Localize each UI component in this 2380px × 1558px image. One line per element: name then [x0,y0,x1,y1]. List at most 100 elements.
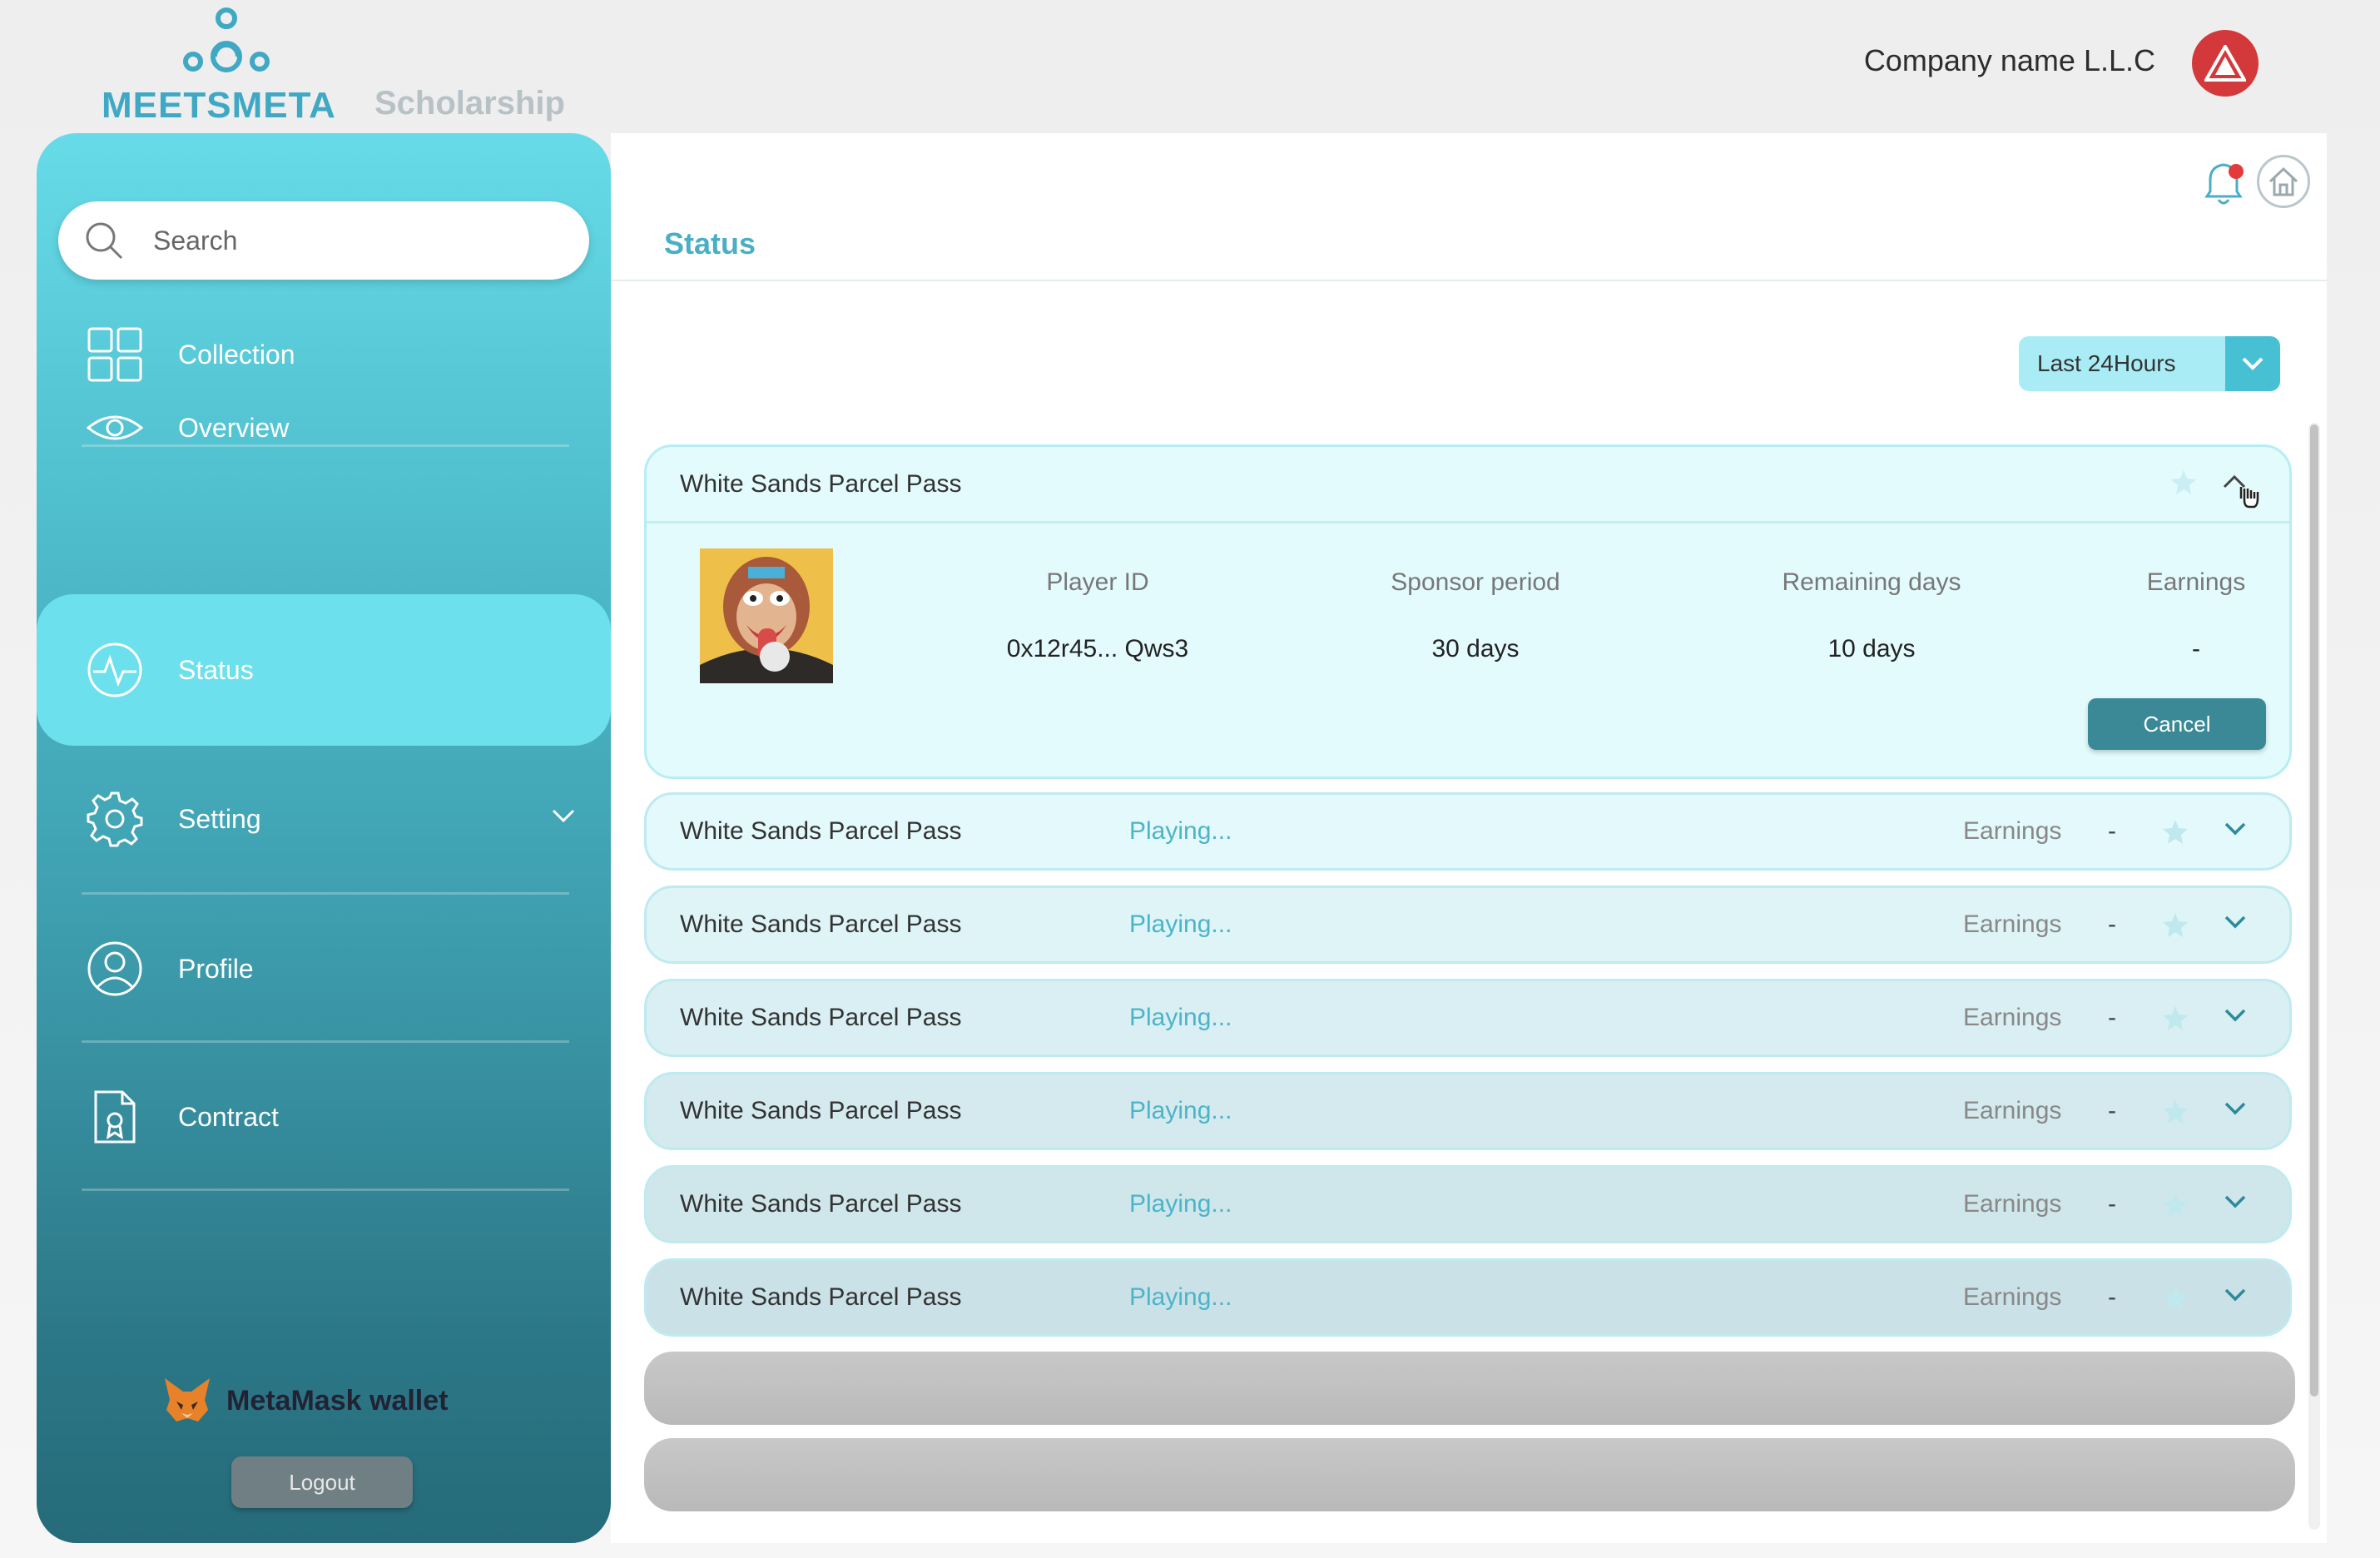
sidebar-item-setting[interactable]: Setting [37,744,611,894]
item-name: White Sands Parcel Pass [680,1004,962,1031]
company-avatar[interactable] [2192,30,2259,97]
brand-product: Scholarship [374,85,565,122]
list-item[interactable]: White Sands Parcel Pass Playing... Earni… [644,886,2292,964]
chevron-up-icon[interactable] [2221,470,2259,509]
star-icon[interactable] [2161,1098,2189,1126]
star-icon[interactable] [2161,1284,2189,1312]
chevron-down-icon[interactable] [2223,1193,2248,1211]
item-name: White Sands Parcel Pass [680,1190,962,1218]
list-item[interactable]: White Sands Parcel Pass Playing... Earni… [644,1258,2292,1337]
dropdown-toggle[interactable] [2225,336,2280,391]
earnings-label: Earnings [1963,1004,2062,1031]
main-header: Status [611,133,2327,281]
divider [82,1188,569,1191]
gear-icon [83,787,146,851]
earnings-label: Earnings [1963,1097,2062,1124]
sidebar-item-status[interactable]: Status [37,594,611,746]
wallet[interactable]: MetaMask wallet [161,1377,448,1425]
item-status: Playing... [1129,1004,1232,1031]
earnings-value: - [2108,910,2116,938]
time-range-select[interactable]: Last 24Hours [2019,336,2280,391]
earnings-label: Earnings [1963,1190,2062,1218]
item-status: Playing... [1129,817,1232,845]
earnings-label: Earnings [1963,1283,2062,1311]
item-status: Playing... [1129,1097,1232,1124]
chevron-down-icon[interactable] [2223,1286,2248,1304]
column-header-remaining-days: Remaining days [1782,568,1961,596]
brand-name: MEETSMETA [102,85,336,126]
sidebar-item-label: Overview [178,412,290,443]
remaining-days-value: 10 days [1827,635,1916,662]
chevron-down-icon [2242,357,2263,370]
company-logo-icon [2204,45,2246,82]
brand-logo: MEETSMETA Scholarship [102,3,568,128]
search-input[interactable] [153,225,553,256]
star-icon[interactable] [2161,818,2189,846]
item-name: White Sands Parcel Pass [680,1283,962,1311]
nft-thumbnail [700,548,833,683]
item-name: White Sands Parcel Pass [680,1097,962,1124]
star-icon[interactable] [2161,1191,2189,1219]
expanded-card: White Sands Parcel Pass Player ID Sponso… [644,444,2292,779]
time-range-value: Last 24Hours [2037,350,2176,376]
sidebar: Collection Overview Status Setting [37,133,611,1543]
list-item[interactable]: White Sands Parcel Pass Playing... Earni… [644,792,2292,871]
sidebar-item-label: Setting [178,803,261,834]
metamask-fox-icon [165,1378,210,1422]
earnings-value: - [2108,1004,2116,1031]
earnings-value: - [2108,1283,2116,1311]
loading-row-placeholder [644,1352,2295,1425]
search-icon [86,222,123,260]
earnings-value: - [2192,635,2200,662]
earnings-value: - [2108,1097,2116,1124]
column-header-earnings: Earnings [2146,568,2246,596]
chevron-down-icon[interactable] [2223,1006,2248,1025]
star-icon[interactable] [2161,1005,2189,1033]
loading-row-placeholder [644,1438,2295,1511]
item-name: White Sands Parcel Pass [680,910,962,938]
earnings-label: Earnings [1963,817,2062,845]
logout-button[interactable]: Logout [231,1456,413,1508]
document-icon [83,1085,146,1149]
item-status: Playing... [1129,910,1232,938]
notification-bell-icon[interactable] [2199,158,2249,211]
list-item[interactable]: White Sands Parcel Pass Playing... Earni… [644,1165,2292,1243]
chevron-down-icon[interactable] [551,807,576,824]
sidebar-item-label: Profile [178,953,254,984]
nft-ape-image [700,548,833,683]
search-box[interactable] [58,201,589,280]
page-title: Status [664,226,756,260]
card-header[interactable]: White Sands Parcel Pass [647,447,2289,523]
list-item[interactable]: White Sands Parcel Pass Playing... Earni… [644,1072,2292,1150]
sidebar-item-contract[interactable]: Contract [37,1042,611,1192]
cancel-button[interactable]: Cancel [2088,698,2266,750]
earnings-value: - [2108,817,2116,845]
card-title: White Sands Parcel Pass [680,469,962,498]
company-name: Company name L.L.C [1863,43,2155,77]
chevron-down-icon[interactable] [2223,913,2248,931]
star-icon[interactable] [2161,911,2189,940]
chevron-down-icon[interactable] [2223,1099,2248,1118]
activity-icon [83,638,146,702]
column-header-sponsor-period: Sponsor period [1391,568,1560,596]
logo-people-icon [183,7,270,72]
item-name: White Sands Parcel Pass [680,817,962,845]
sidebar-item-overview[interactable]: Overview [37,353,611,503]
sidebar-item-label: Contract [178,1101,279,1132]
earnings-label: Earnings [1963,910,2062,938]
home-button[interactable] [2257,155,2310,208]
item-status: Playing... [1129,1190,1232,1218]
list-item[interactable]: White Sands Parcel Pass Playing... Earni… [644,979,2292,1057]
item-status: Playing... [1129,1283,1232,1311]
star-icon[interactable] [2169,469,2198,497]
earnings-value: - [2108,1190,2116,1218]
player-id-value: 0x12r45... Qws3 [1006,635,1189,662]
sidebar-item-label: Status [178,654,254,685]
chevron-down-icon[interactable] [2223,820,2248,838]
sidebar-item-profile[interactable]: Profile [37,894,611,1044]
column-header-player-id: Player ID [1046,568,1149,596]
wallet-label: MetaMask wallet [226,1384,449,1417]
eye-icon [83,396,146,459]
user-circle-icon [83,937,146,1000]
home-icon [2268,166,2298,196]
